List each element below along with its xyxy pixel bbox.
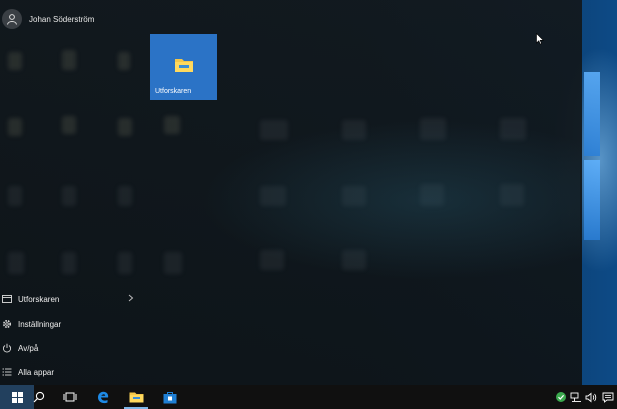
user-avatar-icon (2, 9, 22, 29)
tile-file-explorer[interactable]: Utforskaren (150, 34, 217, 100)
task-view-icon (63, 392, 77, 402)
network-status-button[interactable] (553, 385, 569, 409)
blurred-app-icon (118, 118, 132, 136)
menu-item-file-explorer[interactable]: Utforskaren (0, 288, 142, 310)
blurred-app-icon (8, 252, 24, 274)
blurred-app-icon (62, 252, 76, 274)
store-icon (163, 391, 177, 403)
windows-start-icon (11, 391, 23, 403)
store-button[interactable] (155, 385, 185, 409)
edge-icon (98, 391, 109, 404)
blurred-tile (420, 118, 446, 140)
list-icon (2, 368, 12, 376)
taskbar (0, 385, 617, 409)
blurred-app-icon (164, 116, 180, 134)
wallpaper-window-pane (584, 72, 600, 156)
user-account-button[interactable]: Johan Söderström (0, 8, 142, 30)
blurred-tile (260, 120, 288, 140)
user-name: Johan Söderström (29, 14, 95, 24)
task-view-button[interactable] (55, 385, 85, 409)
blurred-app-icon (62, 186, 76, 206)
gear-icon (2, 319, 12, 329)
menu-item-label: Av/på (18, 343, 39, 353)
menu-item-label: Utforskaren (18, 294, 60, 304)
search-button[interactable] (24, 385, 54, 409)
network-icon (570, 392, 581, 402)
menu-item-power[interactable]: Av/på (0, 337, 142, 359)
start-menu: Johan Söderström Utforskaren Utforskaren… (0, 0, 582, 385)
file-explorer-icon (129, 392, 143, 403)
search-icon (33, 391, 45, 403)
blurred-app-icon (8, 186, 22, 206)
mouse-cursor-icon (536, 32, 545, 50)
menu-item-label: Alla appar (18, 367, 55, 377)
blurred-tile (260, 186, 286, 206)
power-icon (2, 343, 12, 353)
blurred-app-icon (8, 118, 22, 136)
volume-icon (585, 392, 597, 402)
blurred-app-icon (8, 52, 22, 70)
menu-item-label: Inställningar (18, 319, 62, 329)
file-explorer-taskbar-button[interactable] (121, 385, 151, 409)
blurred-app-icon (62, 50, 76, 70)
action-center-button[interactable] (600, 385, 616, 409)
tile-label: Utforskaren (155, 88, 192, 95)
network-button[interactable] (569, 385, 583, 409)
blurred-app-icon (118, 186, 132, 206)
blurred-tile (342, 250, 366, 270)
chevron-right-icon[interactable] (128, 294, 134, 304)
blurred-tile (342, 186, 366, 206)
edge-button[interactable] (88, 385, 118, 409)
menu-item-all-apps[interactable]: Alla appar (0, 361, 142, 383)
blurred-tile (500, 118, 526, 140)
blurred-app-icon (164, 252, 182, 274)
blurred-tile (260, 250, 284, 270)
blurred-tile (500, 184, 524, 206)
blurred-app-icon (118, 52, 130, 70)
network-status-icon (556, 392, 566, 402)
folder-icon (174, 56, 194, 79)
menu-item-settings[interactable]: Inställningar (0, 313, 142, 335)
blurred-tile (342, 120, 366, 140)
wallpaper-window-pane (584, 160, 600, 240)
blurred-tile (420, 184, 444, 206)
blurred-app-icon (62, 116, 76, 134)
volume-button[interactable] (584, 385, 598, 409)
action-center-icon (602, 392, 614, 403)
blurred-app-icon (118, 252, 132, 274)
file-explorer-icon (2, 295, 12, 303)
